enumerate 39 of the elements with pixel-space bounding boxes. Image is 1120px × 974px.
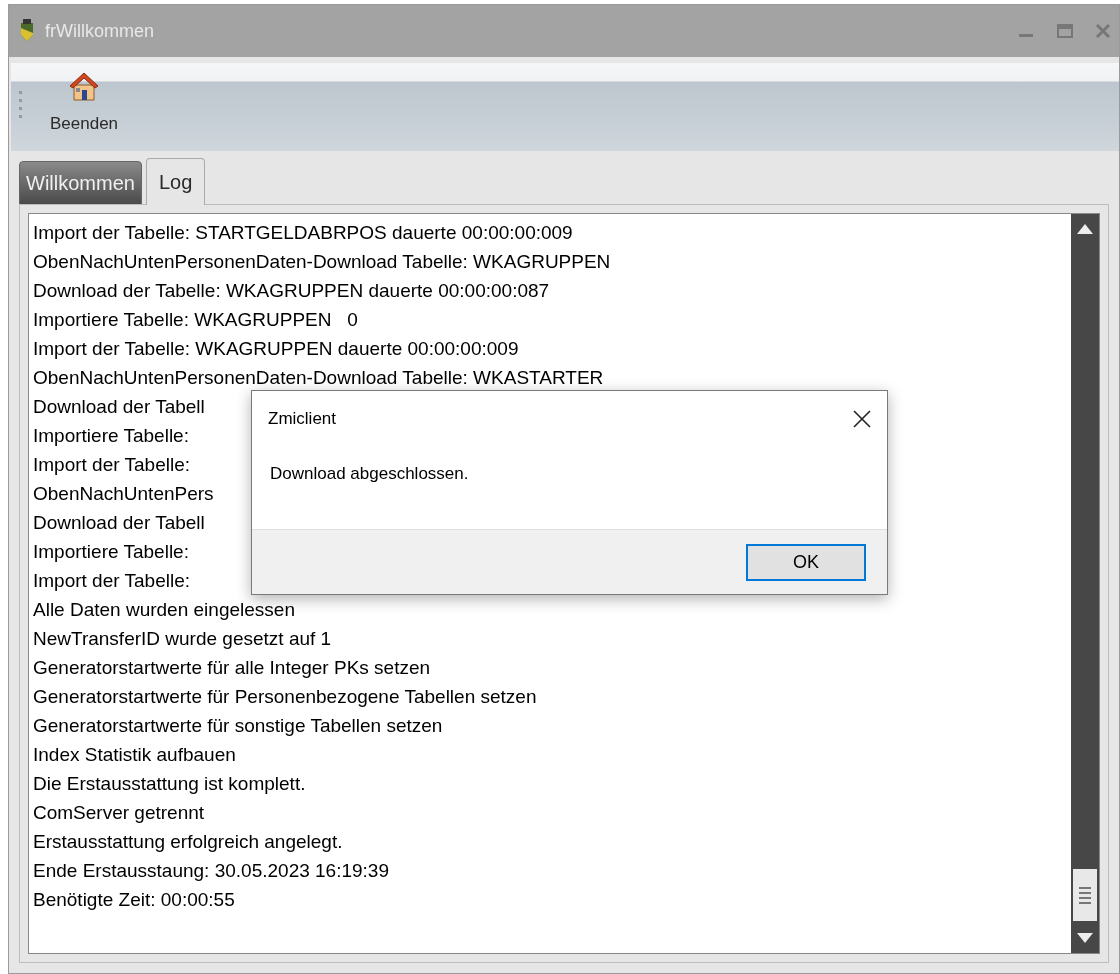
log-line: Erstausstattung erfolgreich angelegt. <box>33 831 343 852</box>
log-line: ObenNachUntenPersonenDaten-Download Tabelle: WKAGRUPPEN <box>33 251 611 272</box>
log-line: Generatorstartwerte für sonstige Tabellen setzen <box>33 715 443 736</box>
log-line: Generatorstartwerte für Personenbezogene Tabellen setzen <box>33 686 537 707</box>
log-line: ObenNachUntenPersonenDaten-Download Tabelle: WKASTARTER <box>33 367 604 388</box>
scroll-thumb[interactable] <box>1073 869 1097 921</box>
tab[interactable]: Log <box>145 158 206 205</box>
log-line: Import der Tabelle: <box>33 570 190 591</box>
log-line: Alle Daten wurden eingelessen <box>33 599 295 620</box>
tab[interactable]: Willkommen <box>19 161 142 205</box>
house-icon <box>68 71 101 101</box>
log-line: ObenNachUntenPers <box>33 483 214 504</box>
log-line: Generatorstartwerte für alle Integer PKs setzen <box>33 657 431 678</box>
log-line: Benötigte Zeit: 00:00:55 <box>33 889 235 910</box>
scrollbar[interactable] <box>1071 214 1099 953</box>
log-line: Import der Tabelle: WKAGRUPPEN dauerte 00:00:00:009 <box>33 338 519 359</box>
scroll-down-icon[interactable] <box>1077 933 1093 943</box>
crest-icon <box>19 19 35 43</box>
grip-icon <box>19 91 22 121</box>
log-line: ComServer getrennt <box>33 802 205 823</box>
log-line: Index Statistik aufbauen <box>33 744 236 765</box>
log-line: Import der Tabelle: <box>33 454 190 475</box>
log-line: Download der Tabell <box>33 396 205 417</box>
log-line: Import der Tabelle: STARTGELDABRPOS dauerte 00:00:00:009 <box>33 222 573 243</box>
dialog-message: Download abgeschlossen. <box>270 464 469 483</box>
ok-button[interactable]: OK <box>746 543 866 581</box>
toolbar-button[interactable]: Beenden <box>46 63 123 137</box>
dialog-title: Zmiclient <box>268 408 336 431</box>
log-line: Ende Erstausstaung: 30.05.2023 16:19:39 <box>33 860 389 881</box>
scroll-up-icon[interactable] <box>1077 224 1093 234</box>
log-line: Importiere Tabelle: <box>33 425 189 446</box>
window-title: frWillkommen <box>45 19 154 43</box>
log-line: Importiere Tabelle: WKAGRUPPEN 0 <box>33 309 358 330</box>
close-icon[interactable] <box>853 410 871 428</box>
log-line: Die Erstausstattung ist komplett. <box>33 773 306 794</box>
log-line: Download der Tabell <box>33 512 205 533</box>
log-line: NewTransferID wurde gesetzt auf 1 <box>33 628 332 649</box>
log-line: Download der Tabelle: WKAGRUPPEN dauerte 00:00:00:087 <box>33 280 550 301</box>
log-line: Importiere Tabelle: <box>33 541 189 562</box>
